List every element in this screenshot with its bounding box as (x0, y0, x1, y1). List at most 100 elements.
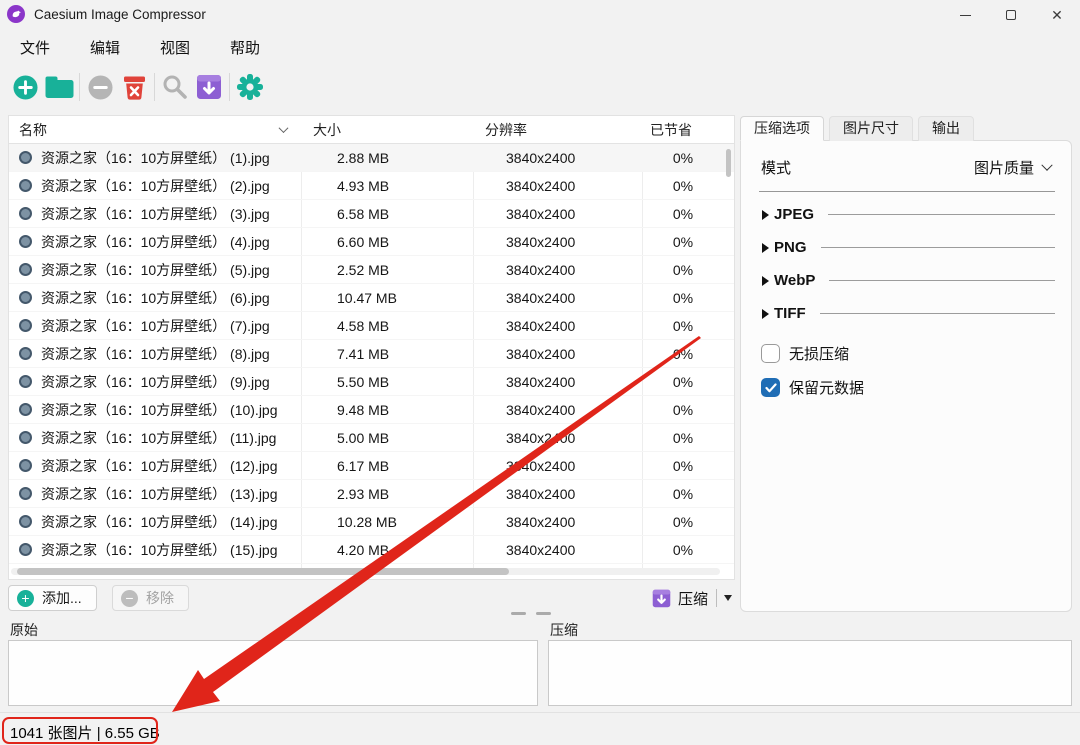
side-panel-tab[interactable]: 压缩选项 (740, 116, 824, 141)
checkbox[interactable] (761, 344, 780, 363)
box-down-arrow-icon (652, 589, 671, 608)
menu-item[interactable]: 帮助 (228, 33, 262, 62)
table-row[interactable]: 资源之家（16：10方屏壁纸） (11).jpg 5.00 MB 3840x24… (9, 424, 734, 452)
menu-item[interactable]: 编辑 (88, 33, 122, 62)
preview-button[interactable] (158, 70, 192, 104)
file-name: 资源之家（16：10方屏壁纸） (7).jpg (41, 316, 270, 336)
mode-dropdown[interactable]: 图片质量 (974, 157, 1051, 178)
file-resolution: 3840x2400 (473, 262, 642, 278)
table-row[interactable]: 资源之家（16：10方屏壁纸） (1).jpg 2.88 MB 3840x240… (9, 144, 734, 172)
table-row[interactable]: 资源之家（16：10方屏壁纸） (10).jpg 9.48 MB 3840x24… (9, 396, 734, 424)
file-icon (19, 431, 32, 444)
file-saved: 0% (642, 514, 724, 530)
maximize-icon (1006, 10, 1016, 20)
file-size: 2.93 MB (301, 486, 473, 502)
status-bar-divider (0, 712, 1080, 713)
file-name: 资源之家（16：10方屏壁纸） (11).jpg (41, 428, 276, 448)
compress-button[interactable]: 压缩 (652, 585, 732, 611)
format-expander[interactable]: TIFF (762, 297, 1055, 330)
compression-options-panel: 模式 图片质量 JPEG PNG WebP TIFF 无损压缩 保留元数据 (740, 140, 1072, 612)
format-expander[interactable]: PNG (762, 231, 1055, 264)
file-icon (19, 375, 32, 388)
file-icon (19, 459, 32, 472)
file-size: 4.93 MB (301, 178, 473, 194)
settings-button[interactable] (233, 70, 267, 104)
file-name-cell: 资源之家（16：10方屏壁纸） (4).jpg (9, 232, 301, 252)
file-icon (19, 291, 32, 304)
table-row[interactable]: 资源之家（16：10方屏壁纸） (7).jpg 4.58 MB 3840x240… (9, 312, 734, 340)
minimize-icon (960, 15, 971, 16)
checkbox[interactable] (761, 378, 780, 397)
file-resolution: 3840x2400 (473, 514, 642, 530)
file-icon (19, 487, 32, 500)
table-row[interactable]: 资源之家（16：10方屏壁纸） (12).jpg 6.17 MB 3840x24… (9, 452, 734, 480)
close-button[interactable]: ✕ (1034, 1, 1080, 29)
clear-list-button[interactable] (117, 70, 151, 104)
table-row[interactable]: 资源之家（16：10方屏壁纸） (15).jpg 4.20 MB 3840x24… (9, 536, 734, 564)
menu-item[interactable]: 视图 (158, 33, 192, 62)
file-resolution: 3840x2400 (473, 346, 642, 362)
column-header-saved[interactable]: 已节省 (642, 120, 724, 140)
table-row[interactable]: 资源之家（16：10方屏壁纸） (3).jpg 6.58 MB 3840x240… (9, 200, 734, 228)
file-saved: 0% (642, 486, 724, 502)
column-header-resolution[interactable]: 分辨率 (473, 120, 642, 140)
annotation-highlight-box (2, 717, 158, 744)
file-icon (19, 403, 32, 416)
caret-down-icon[interactable] (724, 595, 732, 601)
column-header-name[interactable]: 名称 (9, 120, 301, 140)
file-name: 资源之家（16：10方屏壁纸） (5).jpg (41, 260, 270, 280)
table-row[interactable]: 资源之家（16：10方屏壁纸） (2).jpg 4.93 MB 3840x240… (9, 172, 734, 200)
format-expander[interactable]: WebP (762, 264, 1055, 297)
option-label: 保留元数据 (789, 377, 864, 398)
expander-arrow-icon (762, 309, 769, 319)
table-row[interactable]: 资源之家（16：10方屏壁纸） (14).jpg 10.28 MB 3840x2… (9, 508, 734, 536)
table-row[interactable]: 资源之家（16：10方屏壁纸） (13).jpg 2.93 MB 3840x24… (9, 480, 734, 508)
table-row[interactable]: 资源之家（16：10方屏壁纸） (4).jpg 6.60 MB 3840x240… (9, 228, 734, 256)
add-folder-button[interactable] (42, 70, 76, 104)
plus-circle-icon (13, 75, 38, 100)
remove-file-button[interactable] (83, 70, 117, 104)
window-title: Caesium Image Compressor (34, 7, 206, 22)
menu-item[interactable]: 文件 (18, 33, 52, 62)
splitter-grip[interactable] (511, 612, 526, 615)
toolbar-separator (154, 73, 155, 101)
file-saved: 0% (642, 430, 724, 446)
compress-toolbar-button[interactable] (192, 70, 226, 104)
splitter-grip[interactable] (536, 612, 551, 615)
option-checkbox-row[interactable]: 保留元数据 (761, 377, 1071, 398)
file-saved: 0% (642, 206, 724, 222)
minimize-button[interactable] (942, 1, 988, 29)
table-row[interactable]: 资源之家（16：10方屏壁纸） (9).jpg 5.50 MB 3840x240… (9, 368, 734, 396)
file-resolution: 3840x2400 (473, 374, 642, 390)
table-row[interactable]: 资源之家（16：10方屏壁纸） (5).jpg 2.52 MB 3840x240… (9, 256, 734, 284)
column-header-size[interactable]: 大小 (301, 120, 473, 140)
file-name: 资源之家（16：10方屏壁纸） (10).jpg (41, 400, 278, 420)
option-checkbox-row[interactable]: 无损压缩 (761, 343, 1071, 364)
file-name: 资源之家（16：10方屏壁纸） (4).jpg (41, 232, 270, 252)
format-label: PNG (774, 239, 807, 256)
add-button[interactable]: + 添加... (8, 585, 97, 611)
file-icon (19, 543, 32, 556)
horizontal-scrollbar[interactable] (17, 568, 509, 575)
vertical-scrollbar[interactable] (726, 149, 731, 177)
file-saved: 0% (642, 290, 724, 306)
table-body: 资源之家（16：10方屏壁纸） (1).jpg 2.88 MB 3840x240… (9, 144, 734, 564)
divider (759, 191, 1055, 192)
format-expander[interactable]: JPEG (762, 198, 1055, 231)
maximize-button[interactable] (988, 1, 1034, 29)
mode-label: 模式 (761, 157, 791, 178)
file-name: 资源之家（16：10方屏壁纸） (1).jpg (41, 148, 270, 168)
file-size: 2.52 MB (301, 262, 473, 278)
table-row[interactable]: 资源之家（16：10方屏壁纸） (8).jpg 7.41 MB 3840x240… (9, 340, 734, 368)
minus-circle-icon (88, 75, 113, 100)
file-name-cell: 资源之家（16：10方屏壁纸） (1).jpg (9, 148, 301, 168)
side-panel-tab[interactable]: 图片尺寸 (829, 116, 913, 141)
mode-row: 模式 图片质量 (741, 141, 1071, 178)
magnifier-icon (162, 74, 188, 100)
expander-arrow-icon (762, 210, 769, 220)
remove-button[interactable]: − 移除 (112, 585, 189, 611)
file-size: 9.48 MB (301, 402, 473, 418)
side-panel-tab[interactable]: 输出 (918, 116, 974, 141)
table-row[interactable]: 资源之家（16：10方屏壁纸） (6).jpg 10.47 MB 3840x24… (9, 284, 734, 312)
add-files-button[interactable] (8, 70, 42, 104)
